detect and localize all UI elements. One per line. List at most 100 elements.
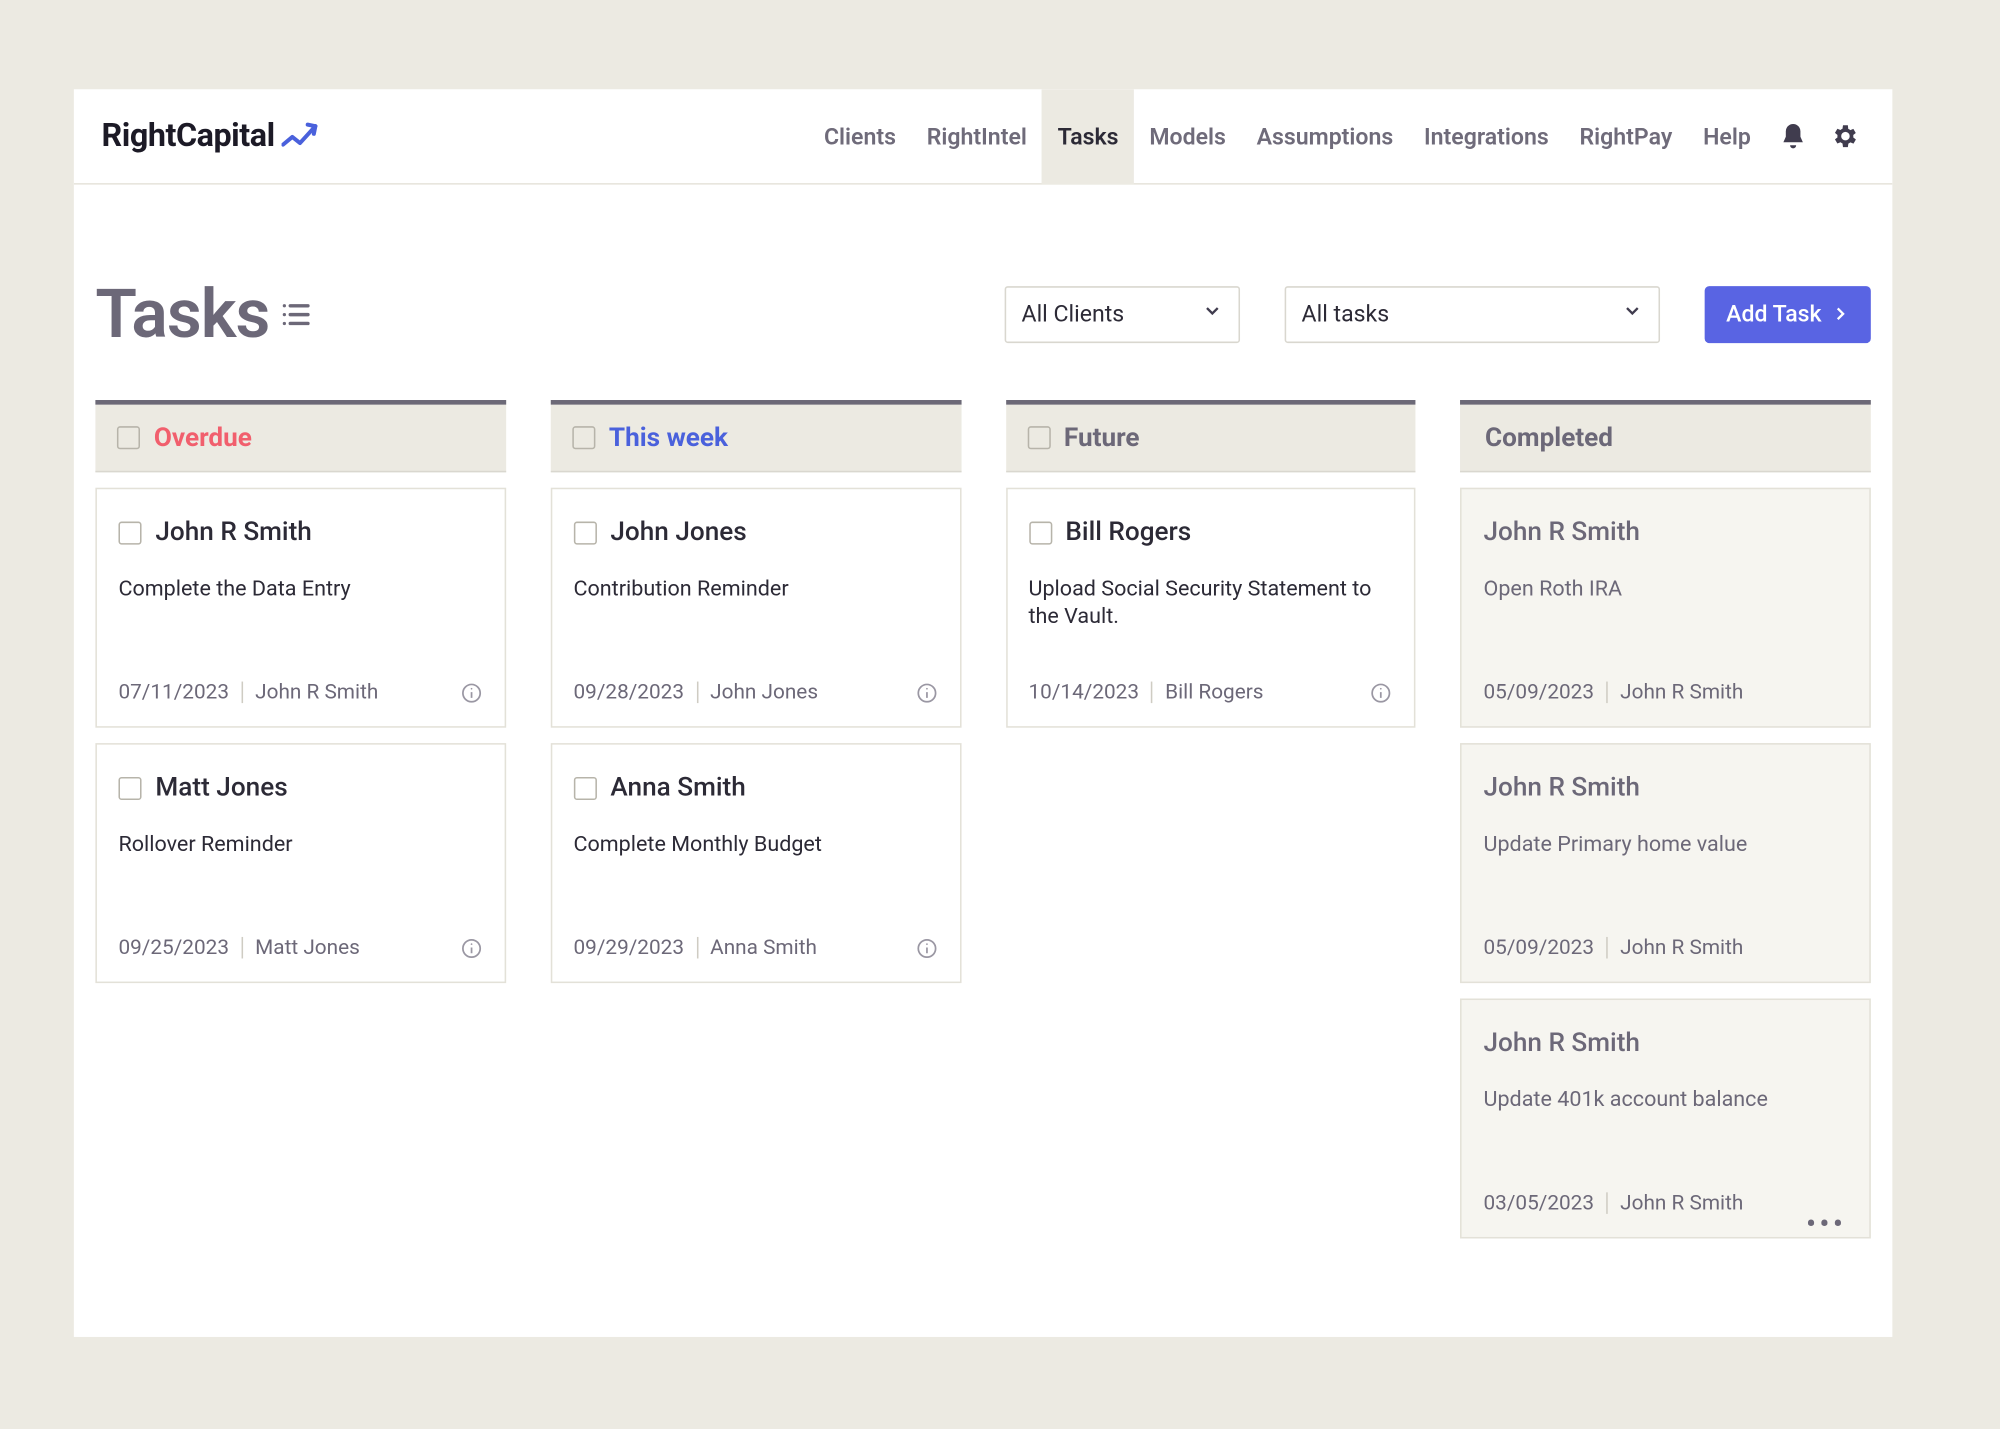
- nav-rightintel[interactable]: RightIntel: [911, 89, 1042, 184]
- task-description: Complete Monthly Budget: [573, 831, 937, 859]
- task-assignee: John R Smith: [1620, 680, 1743, 705]
- task-description: Open Roth IRA: [1483, 575, 1847, 603]
- task-checkbox[interactable]: [118, 521, 141, 544]
- task-board: Overdue John R Smith Complete the Data E…: [95, 400, 1870, 1238]
- task-client: John R Smith: [1483, 517, 1639, 548]
- task-date: 05/09/2023: [1483, 935, 1594, 960]
- settings-button[interactable]: [1819, 110, 1871, 162]
- column-header-completed: Completed: [1460, 400, 1870, 472]
- clients-filter-value: All Clients: [1022, 300, 1125, 328]
- task-assignee: John R Smith: [1620, 935, 1743, 960]
- column-header-future: Future: [1005, 400, 1415, 472]
- task-checkbox[interactable]: [118, 776, 141, 799]
- tasks-filter-value: All tasks: [1302, 300, 1390, 328]
- task-card[interactable]: Anna Smith Complete Monthly Budget 09/29…: [550, 743, 960, 983]
- task-assignee: John R Smith: [1620, 1191, 1743, 1216]
- nav-clients[interactable]: Clients: [809, 89, 912, 184]
- add-task-label: Add Task: [1726, 300, 1821, 328]
- app-frame: RightCapital Clients RightIntel Tasks Mo…: [74, 89, 1893, 1337]
- task-date: 10/14/2023: [1028, 680, 1139, 705]
- column-overdue: Overdue John R Smith Complete the Data E…: [95, 400, 505, 1238]
- info-icon: [460, 936, 483, 959]
- nav-integrations[interactable]: Integrations: [1409, 89, 1564, 184]
- task-card[interactable]: John Jones Contribution Reminder 09/28/2…: [550, 488, 960, 728]
- task-client: John R Smith: [1483, 1028, 1639, 1059]
- task-description: Contribution Reminder: [573, 575, 937, 603]
- page-body: Tasks All Clients All tasks: [74, 185, 1893, 1239]
- task-assignee: John R Smith: [255, 680, 378, 705]
- info-icon: [460, 681, 483, 704]
- page-header: Tasks All Clients All tasks: [95, 274, 1870, 400]
- task-date: 05/09/2023: [1483, 680, 1594, 705]
- column-select-all-checkbox[interactable]: [572, 426, 595, 449]
- task-card[interactable]: Matt Jones Rollover Reminder 09/25/2023 …: [95, 743, 505, 983]
- column-completed: Completed John R Smith Open Roth IRA 05/…: [1460, 400, 1870, 1238]
- task-checkbox[interactable]: [573, 776, 596, 799]
- nav-items: Clients RightIntel Tasks Models Assumpti…: [809, 89, 1871, 184]
- task-date: 09/28/2023: [573, 680, 684, 705]
- task-client: John Jones: [610, 517, 746, 548]
- nav-rightpay[interactable]: RightPay: [1564, 89, 1688, 184]
- gear-icon: [1830, 122, 1859, 151]
- brand-name: RightCapital: [102, 118, 275, 155]
- task-description: Update 401k account balance: [1483, 1086, 1847, 1114]
- task-description: Update Primary home value: [1483, 831, 1847, 859]
- chevron-down-icon: [1202, 300, 1224, 328]
- chevron-down-icon: [1622, 300, 1644, 328]
- nav-models[interactable]: Models: [1134, 89, 1241, 184]
- task-info-button[interactable]: [1370, 681, 1393, 704]
- page-title: Tasks: [95, 274, 314, 354]
- task-date: 09/25/2023: [118, 935, 229, 960]
- tasks-filter-select[interactable]: All tasks: [1285, 285, 1660, 342]
- task-client: John R Smith: [1483, 772, 1639, 803]
- column-header-overdue: Overdue: [95, 400, 505, 472]
- task-client: Bill Rogers: [1065, 517, 1191, 548]
- info-icon: [915, 681, 938, 704]
- task-client: Anna Smith: [610, 772, 745, 803]
- notifications-button[interactable]: [1766, 110, 1818, 162]
- task-description: Rollover Reminder: [118, 831, 482, 859]
- brand-logo: RightCapital: [102, 118, 318, 155]
- task-description: Upload Social Security Statement to the …: [1028, 575, 1392, 631]
- task-checkbox[interactable]: [1028, 521, 1051, 544]
- task-checkbox[interactable]: [573, 521, 596, 544]
- nav-tasks[interactable]: Tasks: [1042, 89, 1134, 184]
- chevron-right-icon: [1831, 305, 1849, 323]
- top-bar: RightCapital Clients RightIntel Tasks Mo…: [74, 89, 1893, 184]
- bell-icon: [1778, 122, 1807, 151]
- column-future: Future Bill Rogers Upload Social Securit…: [1005, 400, 1415, 1238]
- column-select-all-checkbox[interactable]: [117, 426, 140, 449]
- clients-filter-select[interactable]: All Clients: [1005, 285, 1240, 342]
- brand-arrow-icon: [281, 121, 318, 152]
- column-this-week: This week John Jones Contribution Remind…: [550, 400, 960, 1238]
- column-label: Completed: [1485, 422, 1613, 453]
- task-description: Complete the Data Entry: [118, 575, 482, 603]
- task-info-button[interactable]: [915, 681, 938, 704]
- task-card[interactable]: Bill Rogers Upload Social Security State…: [1005, 488, 1415, 728]
- nav-help[interactable]: Help: [1688, 89, 1767, 184]
- task-client: John R Smith: [155, 517, 311, 548]
- task-info-button[interactable]: [460, 681, 483, 704]
- task-date: 07/11/2023: [118, 680, 229, 705]
- list-icon: [279, 296, 314, 331]
- task-card-completed[interactable]: John R Smith Update Primary home value 0…: [1460, 743, 1870, 983]
- task-assignee: John Jones: [710, 680, 818, 705]
- column-header-this-week: This week: [550, 400, 960, 472]
- more-indicator-icon: •••: [1806, 1205, 1846, 1242]
- task-date: 09/29/2023: [573, 935, 684, 960]
- task-card-completed[interactable]: John R Smith Update 401k account balance…: [1460, 998, 1870, 1238]
- task-assignee: Anna Smith: [710, 935, 817, 960]
- column-label: This week: [609, 422, 728, 453]
- task-info-button[interactable]: [460, 936, 483, 959]
- nav-assumptions[interactable]: Assumptions: [1241, 89, 1408, 184]
- column-label: Future: [1064, 422, 1140, 453]
- task-info-button[interactable]: [915, 936, 938, 959]
- info-icon: [1370, 681, 1393, 704]
- task-card[interactable]: John R Smith Complete the Data Entry 07/…: [95, 488, 505, 728]
- column-select-all-checkbox[interactable]: [1027, 426, 1050, 449]
- info-icon: [915, 936, 938, 959]
- task-card-completed[interactable]: John R Smith Open Roth IRA 05/09/2023 Jo…: [1460, 488, 1870, 728]
- column-label: Overdue: [154, 422, 252, 453]
- add-task-button[interactable]: Add Task: [1705, 285, 1871, 342]
- task-assignee: Bill Rogers: [1165, 680, 1263, 705]
